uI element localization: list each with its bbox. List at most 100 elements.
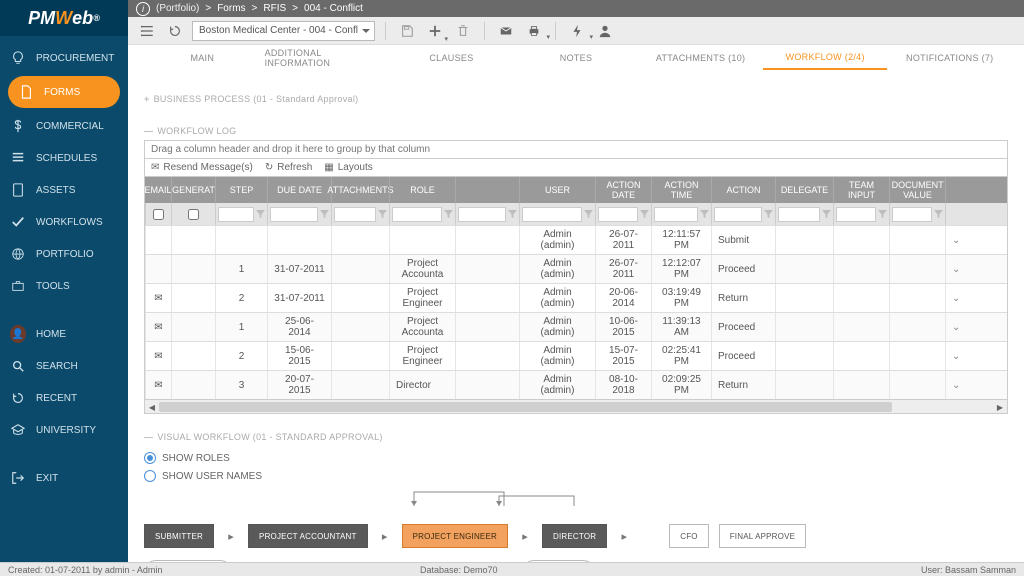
col-header[interactable]: EMAIL <box>145 177 171 203</box>
sidebar-item-label: PROCUREMENT <box>36 53 114 64</box>
col-filter[interactable] <box>889 203 945 225</box>
workflow-node[interactable]: DIRECTOR <box>542 524 607 548</box>
group-drop-area[interactable]: Drag a column header and drop it here to… <box>145 141 1007 159</box>
show-roles-radio[interactable]: SHOW ROLES <box>144 452 1008 464</box>
table-row[interactable]: ✉231-07-2011Project EngineerAdmin (admin… <box>145 283 1007 312</box>
tab-clauses[interactable]: CLAUSES <box>389 45 514 70</box>
sidebar-item-workflows[interactable]: WORKFLOWS <box>0 206 128 238</box>
col-header[interactable]: ACTION TIME <box>651 177 711 203</box>
workflow-node[interactable]: PROJECT ACCOUNTANT <box>248 524 368 548</box>
breadcrumb-root[interactable]: (Portfolio) <box>156 3 199 14</box>
search-icon <box>10 358 26 374</box>
breadcrumb-record[interactable]: 004 - Conflict <box>304 3 363 14</box>
sidebar-item-label: EXIT <box>36 473 58 484</box>
exit-icon <box>10 470 26 486</box>
workflow-node[interactable]: PROJECT ENGINEER <box>402 524 508 548</box>
col-filter[interactable] <box>595 203 651 225</box>
table-row[interactable]: ✉125-06-2014Project AccountaAdmin (admin… <box>145 312 1007 341</box>
sidebar-item-label: FORMS <box>44 87 80 98</box>
sidebar-item-recent[interactable]: RECENT <box>0 382 128 414</box>
sidebar-item-assets[interactable]: ASSETS <box>0 174 128 206</box>
col-header[interactable]: STEP <box>215 177 267 203</box>
col-header[interactable]: ATTACHMENTS <box>331 177 389 203</box>
history-icon[interactable] <box>164 21 186 41</box>
tab-attachments-[interactable]: ATTACHMENTS (10) <box>638 45 763 70</box>
col-header[interactable]: ACTION DATE <box>595 177 651 203</box>
user-icon[interactable] <box>594 21 616 41</box>
col-filter[interactable] <box>519 203 595 225</box>
bulb-icon <box>10 50 26 66</box>
sidebar-item-schedules[interactable]: SCHEDULES <box>0 142 128 174</box>
print-icon[interactable]: ▾ <box>523 21 545 41</box>
sidebar-item-commercial[interactable]: COMMERCIAL <box>0 110 128 142</box>
toolbar: Boston Medical Center - 004 - Confl ▾ ▾ … <box>128 17 1024 45</box>
resend-messages[interactable]: ✉ Resend Message(s) <box>151 162 253 173</box>
list-icon <box>10 150 26 166</box>
delete-icon[interactable] <box>452 21 474 41</box>
tab-workflow-[interactable]: WORKFLOW (2/4) <box>763 45 888 70</box>
col-filter[interactable] <box>775 203 833 225</box>
col-header[interactable]: DOCUMENT VALUE <box>889 177 945 203</box>
col-filter[interactable] <box>267 203 331 225</box>
sidebar-item-tools[interactable]: TOOLS <box>0 270 128 302</box>
doc-icon <box>18 84 34 100</box>
menu-icon[interactable] <box>136 21 158 41</box>
workflow-node[interactable]: CFO <box>669 524 709 548</box>
table-row[interactable]: 131-07-2011Project AccountaAdmin (admin)… <box>145 254 1007 283</box>
col-filter[interactable] <box>711 203 775 225</box>
col-filter[interactable] <box>215 203 267 225</box>
col-header[interactable]: TEAM INPUT <box>833 177 889 203</box>
table-row[interactable]: Admin (admin)26-07-201112:11:57 PMSubmit… <box>145 225 1007 254</box>
horizontal-scrollbar[interactable]: ◀▶ <box>145 399 1007 413</box>
section-business-process[interactable]: BUSINESS PROCESS (01 - Standard Approval… <box>144 94 1008 104</box>
col-header[interactable]: GENERAT <box>171 177 215 203</box>
mail-icon[interactable] <box>495 21 517 41</box>
sidebar-item-label: SCHEDULES <box>36 153 97 164</box>
workflow-node[interactable]: SUBMITTER <box>144 524 214 548</box>
refresh-button[interactable]: ↻ Refresh <box>265 162 312 173</box>
globe-icon <box>10 246 26 262</box>
section-visual-workflow[interactable]: VISUAL WORKFLOW (01 - STANDARD APPROVAL) <box>144 432 1008 442</box>
col-header[interactable]: DUE DATE <box>267 177 331 203</box>
add-icon[interactable]: ▾ <box>424 21 446 41</box>
col-filter[interactable] <box>171 203 215 225</box>
tab-notes[interactable]: NOTES <box>514 45 639 70</box>
footer-user: User: Bassam Samman <box>921 565 1016 575</box>
save-icon[interactable] <box>396 21 418 41</box>
record-select[interactable]: Boston Medical Center - 004 - Confl <box>192 21 375 41</box>
col-filter[interactable] <box>145 203 171 225</box>
col-filter[interactable] <box>331 203 389 225</box>
col-header[interactable]: ACTION <box>711 177 775 203</box>
sidebar-item-home[interactable]: 👤HOME <box>0 318 128 350</box>
col-filter[interactable] <box>455 203 519 225</box>
sidebar-item-forms[interactable]: FORMS <box>8 76 120 108</box>
tab-notifications-[interactable]: NOTIFICATIONS (7) <box>887 45 1012 70</box>
layouts-button[interactable]: ▦ Layouts <box>324 162 372 173</box>
sidebar-item-label: RECENT <box>36 393 77 404</box>
tablet-icon <box>10 182 26 198</box>
col-filter[interactable] <box>833 203 889 225</box>
sidebar-item-university[interactable]: UNIVERSITY <box>0 414 128 446</box>
workflow-node[interactable]: FINAL APPROVE <box>719 524 806 548</box>
col-filter[interactable] <box>389 203 455 225</box>
bolt-icon[interactable]: ▾ <box>566 21 588 41</box>
table-row[interactable]: ✉320-07-2015DirectorAdmin (admin)08-10-2… <box>145 370 1007 399</box>
tab-main[interactable]: MAIN <box>140 45 265 70</box>
col-header[interactable]: USER <box>519 177 595 203</box>
info-icon[interactable]: i <box>136 2 150 16</box>
sidebar-item-search[interactable]: SEARCH <box>0 350 128 382</box>
table-row[interactable]: ✉215-06-2015Project EngineerAdmin (admin… <box>145 341 1007 370</box>
sidebar-item-exit[interactable]: EXIT <box>0 462 128 494</box>
breadcrumb-rfis[interactable]: RFIS <box>263 3 286 14</box>
col-filter[interactable] <box>651 203 711 225</box>
col-header[interactable] <box>455 177 519 203</box>
show-users-radio[interactable]: SHOW USER NAMES <box>144 470 1008 482</box>
sidebar-item-procurement[interactable]: PROCUREMENT <box>0 42 128 74</box>
sidebar-item-portfolio[interactable]: PORTFOLIO <box>0 238 128 270</box>
tab-additional-information[interactable]: ADDITIONAL INFORMATION <box>265 45 390 70</box>
tabs: MAINADDITIONAL INFORMATIONCLAUSESNOTESAT… <box>128 45 1024 70</box>
section-workflow-log[interactable]: WORKFLOW LOG <box>144 126 1008 136</box>
col-header[interactable]: ROLE <box>389 177 455 203</box>
breadcrumb-forms[interactable]: Forms <box>217 3 245 14</box>
col-header[interactable]: DELEGATE <box>775 177 833 203</box>
